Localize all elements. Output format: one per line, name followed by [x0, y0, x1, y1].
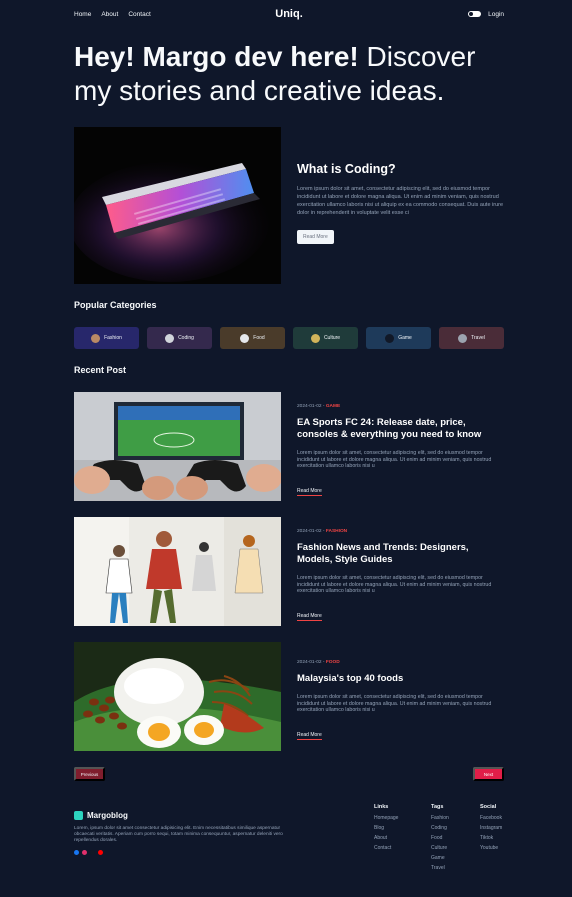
game-icon: [385, 333, 395, 343]
footer-link[interactable]: Contact: [374, 845, 398, 851]
post-body: 2024-01-02 - FOOD Malaysia's top 40 food…: [297, 660, 504, 741]
previous-button[interactable]: Previous: [74, 767, 105, 781]
footer-tag[interactable]: Fashion: [431, 815, 449, 821]
category-game[interactable]: Game: [366, 327, 431, 349]
post-card: 2024-01-02 - FASHION Fashion News and Tr…: [74, 517, 504, 626]
fashion-icon: [91, 333, 101, 343]
nav-links: Home About Contact: [74, 11, 151, 18]
post-meta: 2024-01-02 - GAME: [297, 404, 504, 409]
footer-link[interactable]: About: [374, 835, 398, 841]
featured-title[interactable]: What is Coding?: [297, 162, 505, 176]
featured-image-laptop[interactable]: [74, 127, 281, 284]
footer-tag[interactable]: Game: [431, 855, 449, 861]
social-icons: [74, 850, 284, 855]
top-nav: Home About Contact Uniq. Login: [74, 0, 504, 28]
post-card: 2024-01-02 - FOOD Malaysia's top 40 food…: [74, 642, 504, 751]
footer-links-heading: Links: [374, 804, 389, 810]
footer-social-link[interactable]: Instagram: [480, 825, 502, 831]
nav-right: Login: [468, 11, 504, 18]
facebook-icon[interactable]: [74, 850, 79, 855]
post-title[interactable]: Malaysia's top 40 foods: [297, 673, 504, 685]
next-button[interactable]: Next: [473, 767, 504, 781]
category-label: Culture: [323, 335, 341, 341]
post-title[interactable]: Fashion News and Trends: Designers, Mode…: [297, 542, 504, 566]
post-excerpt: Lorem ipsum dolor sit amet, consectetur …: [297, 575, 492, 594]
post-image-game[interactable]: [74, 392, 281, 501]
nav-about-link[interactable]: About: [101, 11, 118, 18]
popular-categories-heading: Popular Categories: [74, 300, 157, 310]
post-card: 2024-01-02 - GAME EA Sports FC 24: Relea…: [74, 392, 504, 501]
post-meta: 2024-01-02 - FOOD: [297, 660, 504, 665]
culture-icon: [310, 333, 320, 343]
footer-social-link[interactable]: Facebook: [480, 815, 502, 821]
read-more-link[interactable]: Read More: [297, 613, 322, 621]
post-date: 2024-01-02 -: [297, 529, 325, 534]
nav-contact-link[interactable]: Contact: [128, 11, 150, 18]
blog-logo-icon: [74, 811, 83, 820]
nav-home-link[interactable]: Home: [74, 11, 91, 18]
recent-post-heading: Recent Post: [74, 365, 127, 375]
footer-tag[interactable]: Coding: [431, 825, 449, 831]
footer-links-column: Links Homepage Blog About Contact: [374, 804, 398, 855]
category-label: Travel: [471, 335, 485, 341]
post-date: 2024-01-02 -: [297, 404, 325, 409]
post-category[interactable]: FOOD: [326, 660, 340, 665]
category-label: Fashion: [104, 335, 122, 341]
category-list: Fashion Coding Food Culture Game Travel: [74, 327, 504, 349]
post-body: 2024-01-02 - FASHION Fashion News and Tr…: [297, 529, 504, 622]
theme-toggle[interactable]: [468, 11, 482, 17]
read-more-link[interactable]: Read More: [297, 732, 322, 740]
category-label: Food: [253, 335, 265, 341]
post-excerpt: Lorem ipsum dolor sit amet, consectetur …: [297, 450, 492, 469]
footer-tags-heading: Tags: [431, 804, 444, 810]
footer-tag[interactable]: Travel: [431, 865, 449, 871]
footer-social-link[interactable]: Tiktok: [480, 835, 502, 841]
category-culture[interactable]: Culture: [293, 327, 358, 349]
tiktok-icon[interactable]: [90, 850, 95, 855]
post-image-food[interactable]: [74, 642, 281, 751]
post-date: 2024-01-02 -: [297, 660, 325, 665]
hero-heading: Hey! Margo dev here! Discover my stories…: [74, 40, 514, 108]
featured-excerpt: Lorem ipsum dolor sit amet, consectetur …: [297, 186, 504, 216]
footer-link[interactable]: Homepage: [374, 815, 398, 821]
footer-brand-name: Margoblog: [87, 811, 128, 820]
category-coding[interactable]: Coding: [147, 327, 212, 349]
hero-bold: Hey! Margo dev here!: [74, 41, 359, 72]
food-icon: [240, 333, 250, 343]
travel-icon: [458, 333, 468, 343]
footer-social-link[interactable]: Youtube: [480, 845, 502, 851]
category-label: Coding: [178, 335, 194, 341]
footer-social-heading: Social: [480, 804, 497, 810]
footer-social-column: Social Facebook Instagram Tiktok Youtube: [480, 804, 502, 855]
footer-logo[interactable]: Margoblog: [74, 811, 284, 820]
post-category[interactable]: FASHION: [326, 529, 347, 534]
site-logo[interactable]: Uniq.: [275, 8, 303, 20]
post-excerpt: Lorem ipsum dolor sit amet, consectetur …: [297, 694, 492, 713]
post-meta: 2024-01-02 - FASHION: [297, 529, 504, 534]
footer-description: Lorem, ipsum dolor sit amet consectetur …: [74, 826, 283, 843]
footer-brand: Margoblog Lorem, ipsum dolor sit amet co…: [74, 811, 284, 855]
category-travel[interactable]: Travel: [439, 327, 504, 349]
coding-icon: [165, 333, 175, 343]
read-more-link[interactable]: Read More: [297, 488, 322, 496]
read-more-button[interactable]: Read More: [297, 230, 334, 244]
footer-link[interactable]: Blog: [374, 825, 398, 831]
login-link[interactable]: Login: [488, 11, 504, 18]
footer-tag[interactable]: Culture: [431, 845, 449, 851]
featured-post: What is Coding? Lorem ipsum dolor sit am…: [297, 162, 505, 244]
post-image-fashion[interactable]: [74, 517, 281, 626]
category-food[interactable]: Food: [220, 327, 285, 349]
youtube-icon[interactable]: [98, 850, 103, 855]
post-category[interactable]: GAME: [326, 404, 340, 409]
footer-tag[interactable]: Food: [431, 835, 449, 841]
post-title[interactable]: EA Sports FC 24: Release date, price, co…: [297, 417, 504, 441]
footer-tags-column: Tags Fashion Coding Food Culture Game Tr…: [431, 804, 449, 875]
instagram-icon[interactable]: [82, 850, 87, 855]
category-fashion[interactable]: Fashion: [74, 327, 139, 349]
post-body: 2024-01-02 - GAME EA Sports FC 24: Relea…: [297, 404, 504, 497]
category-label: Game: [398, 335, 412, 341]
